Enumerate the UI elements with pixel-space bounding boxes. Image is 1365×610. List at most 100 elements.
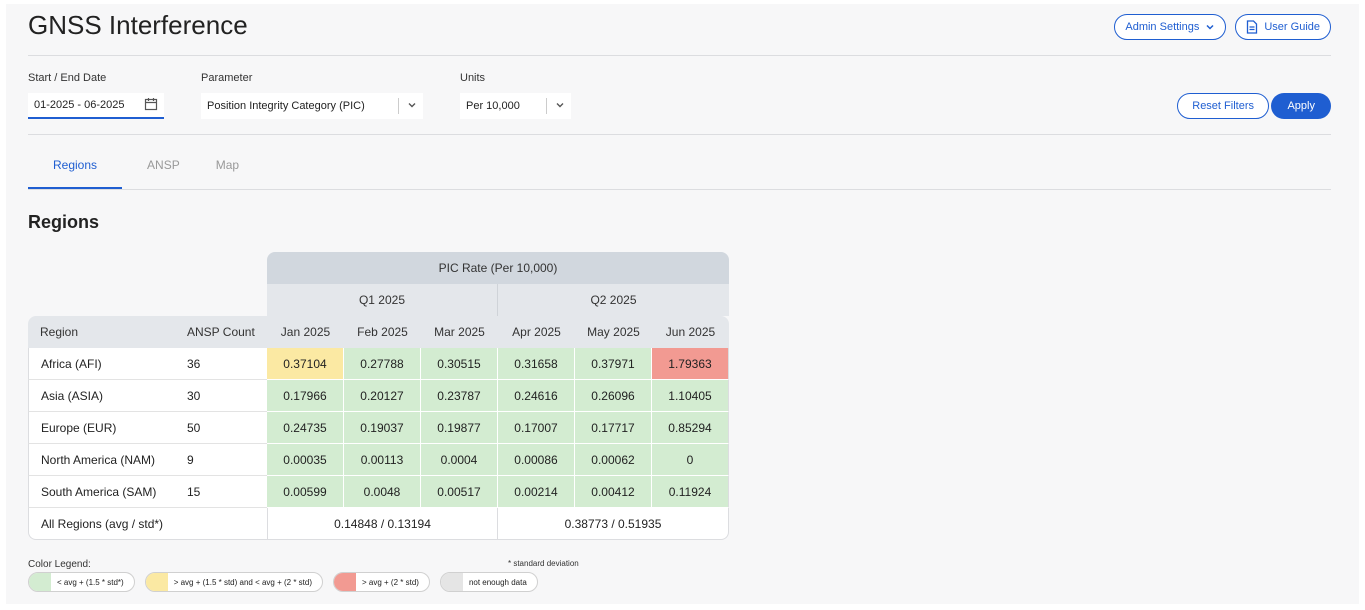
- rate-cell: 0.19037: [344, 412, 421, 444]
- admin-settings-button[interactable]: Admin Settings: [1114, 14, 1227, 40]
- rate-cell: 1.10405: [652, 380, 729, 412]
- tab-map[interactable]: Map: [180, 150, 239, 190]
- units-filter-label: Units: [460, 72, 486, 84]
- rate-cell: 0.0048: [344, 476, 421, 508]
- chevron-down-icon[interactable]: [407, 100, 417, 113]
- date-range-value: 01-2025 - 06-2025: [34, 99, 125, 111]
- group-header: PIC Rate (Per 10,000): [267, 252, 729, 284]
- rate-cell: 0.00517: [421, 476, 498, 508]
- summary-q2: 0.38773 / 0.51935: [498, 508, 729, 540]
- rate-cell: 0.24735: [267, 412, 344, 444]
- ansp-count: 30: [173, 380, 267, 412]
- pic-rate-table: PIC Rate (Per 10,000) Q1 2025 Q2 2025 Re…: [28, 252, 729, 540]
- region-name: South America (SAM): [28, 476, 173, 508]
- admin-settings-label: Admin Settings: [1125, 21, 1200, 33]
- table-row: Asia (ASIA) 30 0.17966 0.20127 0.23787 0…: [28, 380, 729, 412]
- legend-title: Color Legend:: [28, 559, 91, 570]
- parameter-select-value: Position Integrity Category (PIC): [207, 100, 365, 112]
- legend-item: < avg + (1.5 * std*): [28, 572, 135, 592]
- legend-item: not enough data: [439, 572, 538, 592]
- table-corner: [28, 252, 267, 284]
- rate-cell: 0.85294: [652, 412, 729, 444]
- rate-cell: 0.00062: [575, 444, 652, 476]
- date-filter-label: Start / End Date: [28, 72, 107, 84]
- quarter-header-q2: Q2 2025: [498, 284, 729, 316]
- reset-filters-button[interactable]: Reset Filters: [1177, 93, 1269, 119]
- units-filter: Units Per 10,000: [460, 72, 571, 119]
- filters-divider: [28, 134, 1331, 135]
- legend-item: > avg + (1.5 * std) and < avg + (2 * std…: [144, 572, 324, 592]
- units-select[interactable]: Per 10,000: [460, 93, 571, 119]
- month-header: Jun 2025: [652, 316, 729, 348]
- legend-item: > avg + (2 * std): [333, 572, 430, 592]
- month-header: Mar 2025: [421, 316, 498, 348]
- rate-cell: 0.00086: [498, 444, 575, 476]
- rate-cell: 0.17966: [267, 380, 344, 412]
- rate-cell: 0.19877: [421, 412, 498, 444]
- quarter-header-q1: Q1 2025: [267, 284, 498, 316]
- top-actions: Admin Settings User Guide: [1114, 14, 1331, 40]
- rate-cell: 0.17717: [575, 412, 652, 444]
- table-row: Africa (AFI) 36 0.37104 0.27788 0.30515 …: [28, 348, 729, 380]
- legend-text: > avg + (1.5 * std) and < avg + (2 * std…: [173, 577, 313, 587]
- month-header: Feb 2025: [344, 316, 421, 348]
- select-separator: [398, 98, 399, 114]
- tab-ansp[interactable]: ANSP: [122, 150, 180, 190]
- tab-regions[interactable]: Regions: [28, 150, 123, 190]
- header-divider: [28, 55, 1331, 56]
- month-header: Apr 2025: [498, 316, 575, 348]
- parameter-select[interactable]: Position Integrity Category (PIC): [201, 93, 423, 119]
- ansp-count-column-header: ANSP Count: [173, 316, 267, 348]
- date-range-input[interactable]: 01-2025 - 06-2025: [28, 93, 164, 119]
- region-name: Asia (ASIA): [28, 380, 173, 412]
- legend-text: > avg + (2 * std): [362, 577, 419, 587]
- rate-cell: 0.0004: [421, 444, 498, 476]
- region-name: Africa (AFI): [28, 348, 173, 380]
- chevron-down-icon[interactable]: [555, 100, 565, 113]
- rate-cell: 0.11924: [652, 476, 729, 508]
- ansp-count: 15: [173, 476, 267, 508]
- summary-label: All Regions (avg / std*): [28, 508, 267, 540]
- user-guide-label: User Guide: [1264, 21, 1320, 33]
- region-column-header: Region: [28, 316, 173, 348]
- color-legend: < avg + (1.5 * std*) > avg + (1.5 * std)…: [28, 572, 538, 592]
- tabs-divider: [28, 189, 1331, 190]
- rate-cell: 0.27788: [344, 348, 421, 380]
- rate-cell: 0.24616: [498, 380, 575, 412]
- units-select-value: Per 10,000: [466, 100, 520, 112]
- rate-cell: 1.79363: [652, 348, 729, 380]
- legend-swatch: [440, 573, 463, 591]
- summary-row: All Regions (avg / std*) 0.14848 / 0.131…: [28, 508, 729, 540]
- rate-cell: 0.37971: [575, 348, 652, 380]
- date-filter: Start / End Date 01-2025 - 06-2025: [28, 72, 164, 119]
- apply-button[interactable]: Apply: [1271, 93, 1331, 119]
- table-corner: [28, 284, 267, 316]
- select-separator: [546, 98, 547, 114]
- rate-cell: 0.23787: [421, 380, 498, 412]
- page-title: GNSS Interference: [28, 10, 248, 40]
- parameter-filter: Parameter Position Integrity Category (P…: [201, 72, 423, 119]
- month-header: Jan 2025: [267, 316, 344, 348]
- region-name: Europe (EUR): [28, 412, 173, 444]
- ansp-count: 36: [173, 348, 267, 380]
- rate-cell: 0.00599: [267, 476, 344, 508]
- legend-text: < avg + (1.5 * std*): [57, 577, 124, 587]
- rate-cell: 0.17007: [498, 412, 575, 444]
- parameter-filter-label: Parameter: [201, 72, 253, 84]
- tab-bar: Regions ANSP Map: [28, 150, 239, 190]
- summary-q1: 0.14848 / 0.13194: [267, 508, 498, 540]
- table-row: South America (SAM) 15 0.00599 0.0048 0.…: [28, 476, 729, 508]
- table-row: Europe (EUR) 50 0.24735 0.19037 0.19877 …: [28, 412, 729, 444]
- calendar-icon[interactable]: [144, 97, 158, 114]
- rate-cell: 0.26096: [575, 380, 652, 412]
- user-guide-button[interactable]: User Guide: [1235, 14, 1331, 40]
- legend-note: * standard deviation: [508, 559, 579, 568]
- rate-cell: 0.31658: [498, 348, 575, 380]
- rate-cell: 0: [652, 444, 729, 476]
- chevron-down-icon: [1205, 22, 1215, 32]
- rate-cell: 0.00412: [575, 476, 652, 508]
- legend-text: not enough data: [468, 577, 527, 587]
- rate-cell: 0.30515: [421, 348, 498, 380]
- region-name: North America (NAM): [28, 444, 173, 476]
- table-row: North America (NAM) 9 0.00035 0.00113 0.…: [28, 444, 729, 476]
